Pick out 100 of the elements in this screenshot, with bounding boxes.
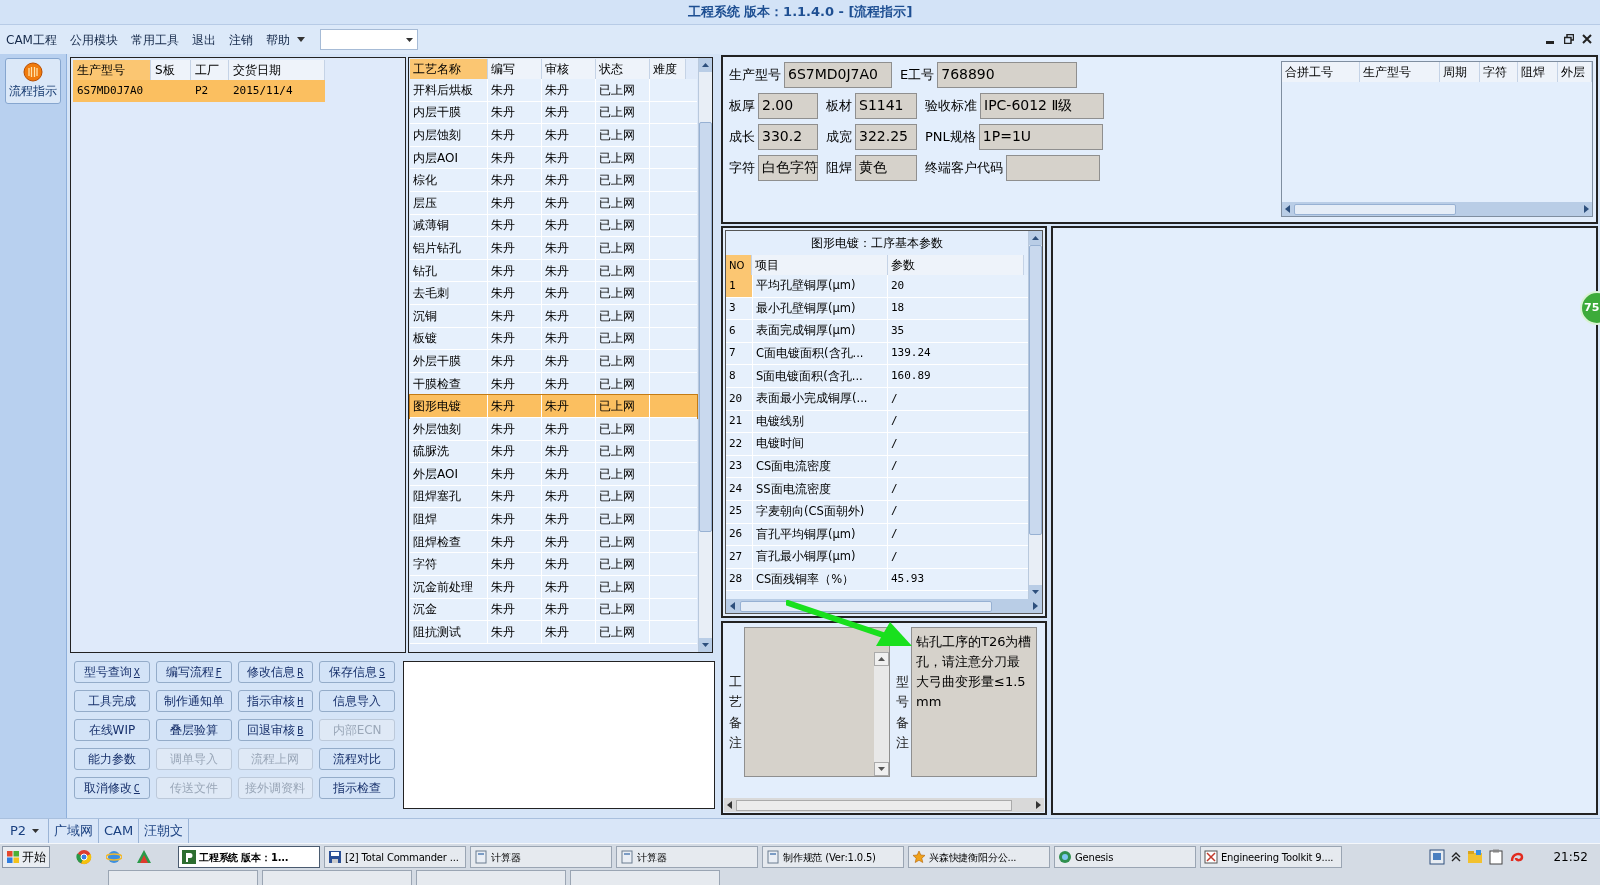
- taskbar-button[interactable]: Engineering Toolkit 9....: [1200, 846, 1342, 868]
- scrollbar[interactable]: [724, 798, 1044, 812]
- column-header[interactable]: 字符: [1480, 62, 1518, 82]
- action-button[interactable]: 叠层验算: [155, 719, 232, 741]
- column-header[interactable]: 交货日期: [229, 60, 325, 80]
- menu-item[interactable]: 帮助: [265, 30, 290, 49]
- table-row[interactable]: 1 平均孔壁铜厚(μm) 20: [726, 275, 1028, 298]
- table-row[interactable]: 阻抗测试 朱丹 朱丹 已上网: [410, 621, 697, 644]
- taskbar-button[interactable]: Genesis: [1054, 846, 1196, 868]
- taskbar-button[interactable]: 工程系统 版本：1...: [178, 846, 320, 868]
- column-header[interactable]: 生产型号: [73, 60, 151, 80]
- table-row[interactable]: 25 字麦朝向(CS面朝外) /: [726, 500, 1028, 524]
- taskbar-button[interactable]: [2] Total Commander ...: [324, 846, 466, 868]
- menu-item[interactable]: CAM工程: [6, 30, 57, 49]
- menu-item[interactable]: 常用工具: [130, 30, 179, 49]
- action-button[interactable]: 信息导入: [319, 690, 395, 712]
- start-button[interactable]: 开始: [2, 846, 50, 868]
- table-row[interactable]: 23 CS面电流密度 /: [726, 455, 1028, 479]
- table-row[interactable]: 6S7MD0J7A0 P2 2015/11/4: [73, 80, 325, 102]
- menu-item[interactable]: 退出: [191, 30, 216, 49]
- table-row[interactable]: 6 表面完成铜厚(μm) 35: [726, 320, 1028, 343]
- table-row[interactable]: 内层AOI 朱丹 朱丹 已上网: [410, 146, 697, 170]
- expand-icon[interactable]: [1451, 852, 1462, 862]
- column-header[interactable]: 阻焊: [1518, 62, 1558, 82]
- column-header[interactable]: 外层: [1558, 62, 1592, 82]
- column-header[interactable]: NO: [726, 255, 752, 275]
- action-button[interactable]: 工具完成: [74, 690, 150, 712]
- action-button[interactable]: 流程对比: [319, 748, 395, 770]
- taskbar-button[interactable]: 计算器: [470, 846, 612, 868]
- action-button[interactable]: 回退审核 B: [237, 719, 314, 741]
- desktop-icon[interactable]: [1429, 849, 1446, 865]
- menu-item[interactable]: 注销: [228, 30, 253, 49]
- column-header[interactable]: 生产型号: [1360, 62, 1440, 82]
- action-button[interactable]: 指示检查: [319, 777, 395, 799]
- table-row[interactable]: 24 SS面电流密度 /: [726, 478, 1028, 501]
- menu-item[interactable]: 公用模块: [69, 30, 118, 49]
- flow-instruction-button[interactable]: 流程指示: [5, 58, 61, 104]
- table-row[interactable]: 字符 朱丹 朱丹 已上网: [410, 553, 697, 577]
- close-icon[interactable]: [1582, 34, 1592, 44]
- table-row[interactable]: 28 CS面残铜率（%） 45.93: [726, 568, 1028, 592]
- text-field[interactable]: IPC-6012 Ⅱ级: [980, 92, 1104, 119]
- action-button[interactable]: 修改信息 R: [237, 661, 314, 683]
- restore-icon[interactable]: [1564, 34, 1574, 44]
- table-row[interactable]: 外层AOI 朱丹 朱丹 已上网: [410, 463, 697, 486]
- text-field[interactable]: 黄色: [855, 154, 917, 181]
- table-row[interactable]: 减薄铜 朱丹 朱丹 已上网: [410, 214, 697, 238]
- table-row[interactable]: 层压 朱丹 朱丹 已上网: [410, 191, 697, 215]
- arrow-icon[interactable]: [878, 657, 885, 661]
- triangle-logo-icon[interactable]: [136, 849, 152, 865]
- text-field[interactable]: 322.25: [855, 123, 917, 150]
- table-row[interactable]: 26 盲孔平均铜厚(μm) /: [726, 523, 1028, 547]
- table-row[interactable]: 21 电镀线别 /: [726, 410, 1028, 434]
- table-row[interactable]: 图形电镀 朱丹 朱丹 已上网: [410, 395, 697, 418]
- column-header[interactable]: 状态: [596, 59, 650, 79]
- table-row[interactable]: 阻焊 朱丹 朱丹 已上网: [410, 508, 697, 531]
- clipboard-icon[interactable]: [1489, 849, 1504, 865]
- text-field[interactable]: 2.00: [758, 92, 818, 119]
- table-row[interactable]: 硫脲洗 朱丹 朱丹 已上网: [410, 440, 697, 464]
- scrollbar[interactable]: [874, 652, 889, 776]
- folder-icon[interactable]: [1467, 849, 1484, 865]
- browser-icon[interactable]: [76, 849, 92, 865]
- text-field[interactable]: S1141: [855, 92, 917, 119]
- text-field[interactable]: 330.2: [758, 123, 818, 150]
- action-button[interactable]: 保存信息 S: [319, 661, 395, 683]
- column-header[interactable]: 项目: [752, 255, 888, 275]
- column-header[interactable]: 审核: [542, 59, 596, 79]
- table-row[interactable]: 钻孔 朱丹 朱丹 已上网: [410, 259, 697, 283]
- table-row[interactable]: 外层蚀刻 朱丹 朱丹 已上网: [410, 417, 697, 441]
- table-row[interactable]: 27 盲孔最小铜厚(μm) /: [726, 546, 1028, 569]
- table-row[interactable]: 铝片钻孔 朱丹 朱丹 已上网: [410, 237, 697, 260]
- action-button[interactable]: 能力参数: [74, 748, 150, 770]
- table-row[interactable]: 8 S面电镀面积(含孔... 160.89: [726, 365, 1028, 388]
- table-row[interactable]: 20 表面最小完成铜厚(... /: [726, 387, 1028, 411]
- table-row[interactable]: 板镀 朱丹 朱丹 已上网: [410, 327, 697, 351]
- table-row[interactable]: 阻焊检查 朱丹 朱丹 已上网: [410, 530, 697, 554]
- column-header[interactable]: 难度: [650, 59, 686, 79]
- action-button[interactable]: 型号查询 X: [74, 661, 150, 683]
- arrow-icon[interactable]: [405, 37, 413, 42]
- table-row[interactable]: 去毛刺 朱丹 朱丹 已上网: [410, 282, 697, 305]
- column-header[interactable]: 参数: [888, 255, 1024, 275]
- action-button[interactable]: 取消修改 C: [74, 777, 150, 799]
- taskbar-button[interactable]: 计算器: [616, 846, 758, 868]
- column-header[interactable]: 工艺名称: [410, 59, 488, 79]
- table-row[interactable]: 内层干膜 朱丹 朱丹 已上网: [410, 101, 697, 125]
- table-row[interactable]: 外层干膜 朱丹 朱丹 已上网: [410, 350, 697, 373]
- table-row[interactable]: 沉金 朱丹 朱丹 已上网: [410, 598, 697, 622]
- text-field[interactable]: 6S7MD0J7A0: [784, 61, 892, 88]
- action-button[interactable]: 制作通知单: [155, 690, 232, 712]
- action-button[interactable]: 指示审核 H: [237, 690, 314, 712]
- table-row[interactable]: 7 C面电镀面积(含孔... 139.24: [726, 342, 1028, 366]
- table-row[interactable]: 沉铜 朱丹 朱丹 已上网: [410, 304, 697, 328]
- table-row[interactable]: 阻焊塞孔 朱丹 朱丹 已上网: [410, 485, 697, 509]
- text-field[interactable]: 白色字符: [758, 154, 818, 181]
- text-field[interactable]: 768890: [937, 61, 1078, 88]
- column-header[interactable]: 周期: [1440, 62, 1480, 82]
- table-row[interactable]: 棕化 朱丹 朱丹 已上网: [410, 169, 697, 192]
- action-button[interactable]: 编写流程 F: [155, 661, 232, 683]
- table-row[interactable]: 沉金前处理 朱丹 朱丹 已上网: [410, 576, 697, 599]
- taskbar-button[interactable]: 兴森快捷衡阳分公...: [908, 846, 1050, 868]
- text-field[interactable]: [1006, 154, 1100, 181]
